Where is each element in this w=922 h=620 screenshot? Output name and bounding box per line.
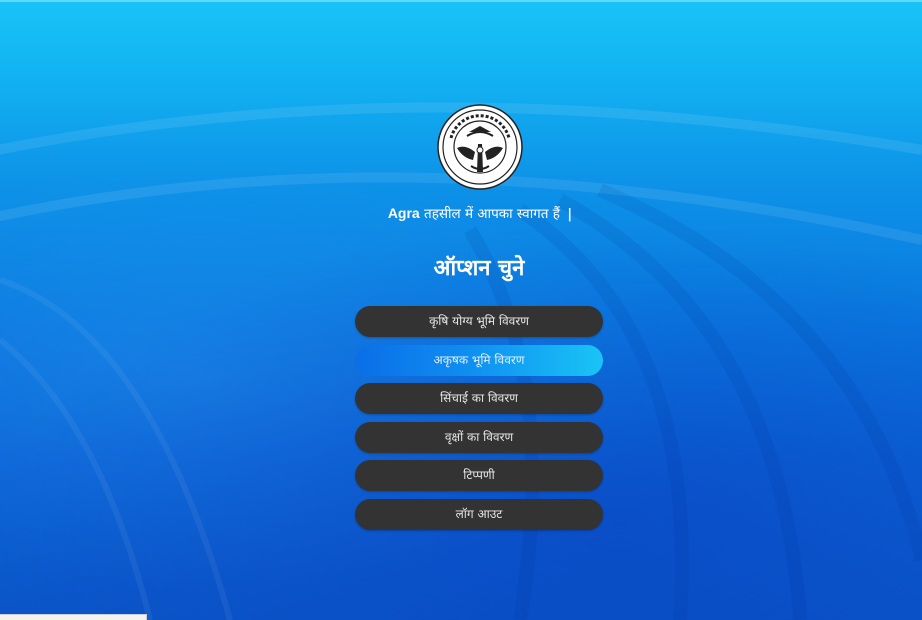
tehsil-name: Agra: [387, 205, 420, 221]
menu-item-irrigation[interactable]: सिंचाई का विवरण: [355, 383, 603, 414]
options-menu: कृषि योग्य भूमि विवरण अकृषक भूमि विवरण स…: [355, 306, 603, 537]
main-panel: Agra तहसील में आपका स्वागत हैं | ऑप्शन च…: [0, 0, 922, 620]
menu-item-trees[interactable]: वृक्षों का विवरण: [355, 421, 603, 453]
browser-status-bar: [0, 614, 147, 620]
menu-item-remarks[interactable]: टिप्पणी: [355, 460, 603, 491]
page-title: ऑप्शन चुने: [433, 255, 525, 281]
menu-item-agricultural-land[interactable]: कृषि योग्य भूमि विवरण: [355, 306, 603, 337]
up-government-emblem: [437, 104, 523, 190]
menu-item-logout[interactable]: लॉग आउट: [355, 498, 603, 530]
menu-item-non-agricultural-land[interactable]: अकृषक भूमि विवरण: [355, 344, 603, 376]
welcome-message: Agra तहसील में आपका स्वागत हैं |: [0, 204, 922, 222]
welcome-separator: |: [567, 206, 573, 222]
welcome-text: तहसील में आपका स्वागत हैं: [424, 206, 560, 222]
